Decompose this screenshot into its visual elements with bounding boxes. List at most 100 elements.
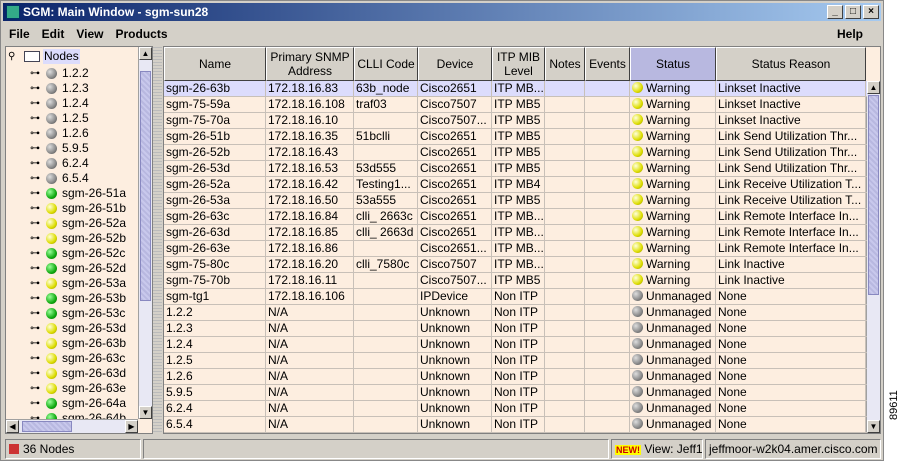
table-row[interactable]: 1.2.3 N/A Unknown Non ITP Unmanaged None	[164, 321, 867, 337]
tree-item[interactable]: ⊶ 6.5.4	[30, 171, 89, 186]
expand-key-icon[interactable]: ⊶	[30, 381, 46, 396]
tree-item[interactable]: ⊶ sgm-26-64a	[30, 396, 126, 411]
column-header-status-reason[interactable]: Status Reason	[716, 47, 866, 81]
column-header-primary-snmp-address[interactable]: Primary SNMP Address	[266, 47, 354, 81]
expand-key-icon[interactable]: ⊶	[30, 261, 46, 276]
expand-key-icon[interactable]: ⊶	[30, 111, 46, 126]
menu-edit[interactable]: Edit	[42, 27, 65, 41]
table-row[interactable]: sgm-26-63b 172.18.16.83 63b_node Cisco2651 I…	[164, 81, 867, 97]
tree-item[interactable]: ⊶ 1.2.2	[30, 66, 89, 81]
column-header-name[interactable]: Name	[164, 47, 266, 81]
minimize-button[interactable]: _	[827, 5, 843, 19]
tree-horizontal-scrollbar[interactable]: ◀ ▶	[6, 419, 138, 433]
tree-item[interactable]: ⊶ sgm-26-52d	[30, 261, 126, 276]
expand-key-icon[interactable]: ⊶	[30, 306, 46, 321]
scroll-up-icon[interactable]: ▲	[139, 47, 152, 60]
column-header-device[interactable]: Device	[418, 47, 492, 81]
tree-item[interactable]: ⊶ sgm-26-52a	[30, 216, 126, 231]
column-header-status[interactable]: Status	[630, 47, 716, 81]
close-button[interactable]: ×	[863, 5, 879, 19]
tree-item[interactable]: ⊶ sgm-26-63d	[30, 366, 126, 381]
tree-item[interactable]: ⊶ sgm-26-53d	[30, 321, 126, 336]
scroll-down-icon[interactable]: ▼	[867, 420, 880, 433]
scroll-up-icon[interactable]: ▲	[867, 81, 880, 94]
scroll-down-icon[interactable]: ▼	[139, 406, 152, 419]
pane-splitter[interactable]	[153, 46, 162, 434]
expand-key-icon[interactable]: ⊶	[30, 351, 46, 366]
tree-item[interactable]: ⊶ sgm-26-53b	[30, 291, 126, 306]
tree-item[interactable]: ⊶ sgm-26-53c	[30, 306, 125, 321]
table-row[interactable]: sgm-26-51b 172.18.16.35 51bclli Cisco2651 IT…	[164, 129, 867, 145]
menu-file[interactable]: File	[9, 27, 30, 41]
expand-key-icon[interactable]: ⊶	[30, 291, 46, 306]
table-row[interactable]: 1.2.2 N/A Unknown Non ITP Unmanaged None	[164, 305, 867, 321]
table-row[interactable]: sgm-tg1 172.18.16.106 IPDevice Non ITP Unman…	[164, 289, 867, 305]
tree-item[interactable]: ⊶ sgm-26-51a	[30, 186, 126, 201]
table-row[interactable]: sgm-26-53d 172.18.16.53 53d555 Cisco2651 ITP…	[164, 161, 867, 177]
tree-vertical-scrollbar[interactable]: ▲ ▼	[138, 47, 152, 419]
expand-key-icon[interactable]: ⊶	[30, 396, 46, 411]
tree-item[interactable]: ⊶ 6.2.4	[30, 156, 89, 171]
table-row[interactable]: sgm-75-80c 172.18.16.20 clli_7580c Cisco750…	[164, 257, 867, 273]
menu-products[interactable]: Products	[115, 27, 167, 41]
column-header-clli-code[interactable]: CLLI Code	[354, 47, 418, 81]
tree-item[interactable]: ⊶ sgm-26-63c	[30, 351, 125, 366]
tree-root[interactable]: ⚲ Nodes	[8, 49, 80, 64]
expand-key-icon[interactable]: ⊶	[30, 141, 46, 156]
tree-scroll-thumb[interactable]	[140, 71, 151, 301]
expand-key-icon[interactable]: ⊶	[30, 66, 46, 81]
tree-item[interactable]: ⊶ sgm-26-53a	[30, 276, 126, 291]
maximize-button[interactable]: □	[845, 5, 861, 19]
expand-key-icon[interactable]: ⊶	[30, 321, 46, 336]
table-row[interactable]: sgm-26-52b 172.18.16.43 Cisco2651 ITP MB5 Wa…	[164, 145, 867, 161]
table-row[interactable]: 6.5.4 N/A Unknown Non ITP Unmanaged None	[164, 417, 867, 433]
expand-key-icon[interactable]: ⊶	[30, 276, 46, 291]
scroll-left-icon[interactable]: ◀	[6, 420, 19, 433]
tree-item[interactable]: ⊶ sgm-26-52b	[30, 231, 126, 246]
expand-key-icon[interactable]: ⊶	[30, 156, 46, 171]
expand-key-icon[interactable]: ⊶	[30, 186, 46, 201]
expand-key-icon[interactable]: ⊶	[30, 366, 46, 381]
column-header-events[interactable]: Events	[585, 47, 630, 81]
tree-item[interactable]: ⊶ 1.2.6	[30, 126, 89, 141]
table-row[interactable]: sgm-75-70a 172.18.16.10 Cisco7507... ITP MB…	[164, 113, 867, 129]
table-row[interactable]: sgm-75-70b 172.18.16.11 Cisco7507... ITP MB…	[164, 273, 867, 289]
expand-key-icon[interactable]: ⊶	[30, 216, 46, 231]
table-row[interactable]: 5.9.5 N/A Unknown Non ITP Unmanaged None	[164, 385, 867, 401]
tree-item[interactable]: ⊶ sgm-26-63b	[30, 336, 126, 351]
tree-item[interactable]: ⊶ sgm-26-51b	[30, 201, 126, 216]
tree-item[interactable]: ⊶ sgm-26-52c	[30, 246, 125, 261]
tree-item[interactable]: ⊶ 1.2.4	[30, 96, 89, 111]
tree-handle-icon[interactable]: ⚲	[8, 49, 24, 64]
table-row[interactable]: 6.2.4 N/A Unknown Non ITP Unmanaged None	[164, 401, 867, 417]
expand-key-icon[interactable]: ⊶	[30, 246, 46, 261]
table-row[interactable]: sgm-26-63d 172.18.16.85 clli_ 2663d Cisco26…	[164, 225, 867, 241]
tree-hscroll-thumb[interactable]	[22, 421, 72, 432]
tree-item[interactable]: ⊶ 1.2.5	[30, 111, 89, 126]
expand-key-icon[interactable]: ⊶	[30, 96, 46, 111]
table-row[interactable]: sgm-75-59a 172.18.16.108 traf03 Cisco7507 IT…	[164, 97, 867, 113]
expand-key-icon[interactable]: ⊶	[30, 336, 46, 351]
menu-help[interactable]: Help	[837, 27, 863, 41]
expand-key-icon[interactable]: ⊶	[30, 81, 46, 96]
expand-key-icon[interactable]: ⊶	[30, 171, 46, 186]
tree-item[interactable]: ⊶ 1.2.3	[30, 81, 89, 96]
expand-key-icon[interactable]: ⊶	[30, 201, 46, 216]
tree-item[interactable]: ⊶ sgm-26-63e	[30, 381, 126, 396]
menu-view[interactable]: View	[76, 27, 103, 41]
expand-key-icon[interactable]: ⊶	[30, 231, 46, 246]
table-row[interactable]: sgm-26-52a 172.18.16.42 Testing1... Cisco26…	[164, 177, 867, 193]
table-row[interactable]: 1.2.5 N/A Unknown Non ITP Unmanaged None	[164, 353, 867, 369]
table-row[interactable]: 1.2.4 N/A Unknown Non ITP Unmanaged None	[164, 337, 867, 353]
expand-key-icon[interactable]: ⊶	[30, 126, 46, 141]
table-row[interactable]: sgm-26-63c 172.18.16.84 clli_ 2663c Cisco26…	[164, 209, 867, 225]
tree-item[interactable]: ⊶ 5.9.5	[30, 141, 89, 156]
table-vertical-scrollbar[interactable]: ▲ ▼	[866, 81, 880, 433]
column-header-itp-mib-level[interactable]: ITP MIB Level	[492, 47, 545, 81]
table-row[interactable]: sgm-26-63e 172.18.16.86 Cisco2651... ITP MB…	[164, 241, 867, 257]
scroll-right-icon[interactable]: ▶	[125, 420, 138, 433]
table-row[interactable]: 1.2.6 N/A Unknown Non ITP Unmanaged None	[164, 369, 867, 385]
column-header-notes[interactable]: Notes	[545, 47, 585, 81]
table-row[interactable]: sgm-26-53a 172.18.16.50 53a555 Cisco2651 ITP…	[164, 193, 867, 209]
table-scroll-thumb[interactable]	[868, 95, 879, 295]
